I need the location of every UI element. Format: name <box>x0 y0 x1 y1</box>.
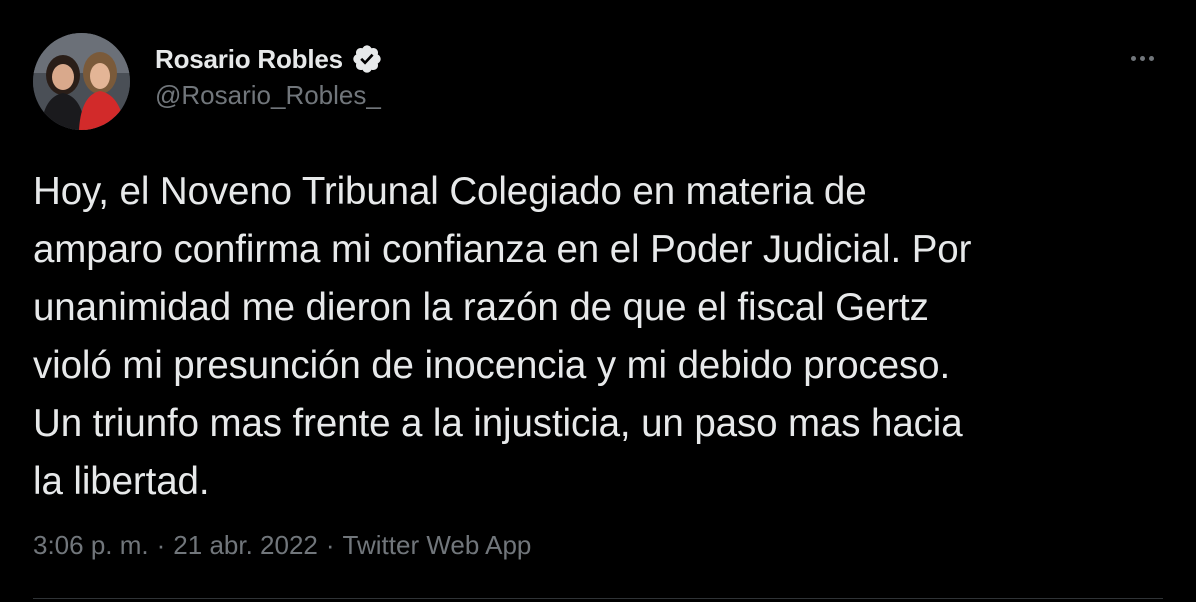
more-options-icon <box>1130 55 1136 61</box>
meta-separator: · <box>325 530 335 560</box>
more-options-dot <box>1139 55 1145 61</box>
tweet-time[interactable]: 3:06 p. m. <box>33 530 149 561</box>
tweet-text: Hoy, el Noveno Tribunal Colegiado en mat… <box>33 170 972 503</box>
tweet-card: Rosario Robles @Rosario_Robles_ Hoy, el … <box>0 0 1196 602</box>
meta-separator: · <box>156 530 166 560</box>
more-options-button[interactable] <box>1122 46 1162 70</box>
author-display-name[interactable]: Rosario Robles <box>155 44 343 75</box>
tweet-source[interactable]: Twitter Web App <box>343 530 532 561</box>
avatar-image <box>33 33 130 130</box>
verified-badge-icon <box>351 43 383 75</box>
avatar[interactable] <box>33 33 130 130</box>
tweet-date[interactable]: 21 abr. 2022 <box>173 530 318 561</box>
divider <box>33 598 1163 599</box>
author-name-row[interactable]: Rosario Robles <box>155 40 383 78</box>
tweet-metadata: 3:06 p. m. · 21 abr. 2022 · Twitter Web … <box>33 530 531 561</box>
more-options-dot <box>1148 55 1154 61</box>
author-handle[interactable]: @Rosario_Robles_ <box>155 80 381 111</box>
